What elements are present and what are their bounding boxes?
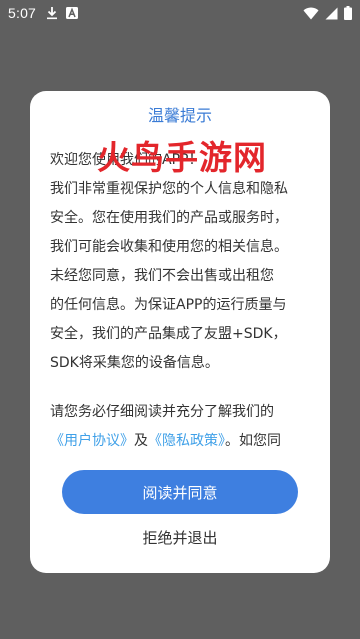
body-line: 欢迎您使用我们的APP！ bbox=[50, 152, 203, 168]
body-tail: 。如您同 bbox=[225, 433, 281, 449]
body-line: 的任何信息。为保证APP的运行质量与 bbox=[50, 297, 287, 313]
body-line: SDK将采集您的设备信息。 bbox=[50, 355, 219, 371]
agree-button[interactable]: 阅读并同意 bbox=[62, 470, 298, 514]
decline-button[interactable]: 拒绝并退出 bbox=[62, 523, 298, 551]
status-bar: 5:07 bbox=[0, 0, 360, 26]
body-line-links: 《用户协议》及《隐私政策》。如您同 bbox=[50, 427, 314, 456]
dialog-title: 温馨提示 bbox=[147, 106, 212, 125]
status-right-icons bbox=[303, 6, 352, 20]
signal-icon bbox=[325, 7, 338, 20]
body-line: 未经您同意，我们不会出售或出租您 bbox=[50, 268, 274, 284]
wifi-icon bbox=[303, 7, 319, 20]
privacy-dialog: 温馨提示 欢迎您使用我们的APP！ 我们非常重视保护您的个人信息和隐私 安全。您… bbox=[30, 91, 330, 573]
user-agreement-link[interactable]: 《用户协议》 bbox=[50, 433, 134, 449]
a-badge-icon bbox=[66, 7, 79, 19]
battery-icon bbox=[344, 6, 352, 20]
body-line: 安全。您在使用我们的产品或服务时， bbox=[50, 210, 288, 226]
body-line: 请您务必仔细阅读并充分了解我们的 bbox=[50, 404, 274, 420]
dialog-body: 欢迎您使用我们的APP！ 我们非常重视保护您的个人信息和隐私 安全。您在使用我们… bbox=[50, 146, 314, 456]
status-left-icons bbox=[46, 6, 79, 20]
download-icon bbox=[46, 6, 58, 20]
status-time: 5:07 bbox=[8, 5, 37, 21]
and-text: 及 bbox=[134, 433, 148, 449]
body-line: 我们非常重视保护您的个人信息和隐私 bbox=[50, 181, 288, 197]
body-line: 安全，我们的产品集成了友盟+SDK， bbox=[50, 326, 287, 342]
body-line: 我们可能会收集和使用您的相关信息。 bbox=[50, 239, 288, 255]
privacy-policy-link[interactable]: 《隐私政策》 bbox=[148, 433, 225, 449]
